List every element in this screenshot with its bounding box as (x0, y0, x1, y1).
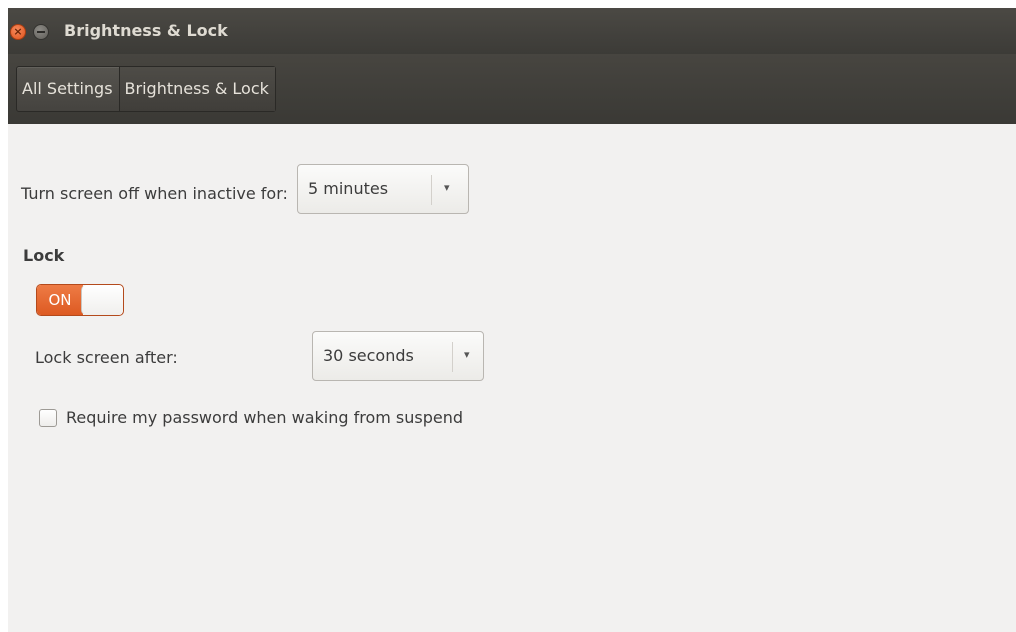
lock-section-title: Lock (23, 246, 65, 265)
screen-off-dropdown[interactable]: 5 minutes ▾ (297, 164, 469, 214)
lock-after-value: 30 seconds (323, 346, 414, 365)
close-button[interactable]: × (10, 24, 26, 40)
breadcrumb-brightness-lock[interactable]: Brightness & Lock (118, 67, 275, 111)
screen-off-value: 5 minutes (308, 179, 389, 198)
lock-after-dropdown[interactable]: 30 seconds ▾ (312, 331, 484, 381)
lock-toggle-switch[interactable]: ON (36, 284, 124, 316)
lock-screen-after-label: Lock screen after: (35, 348, 178, 367)
close-icon: × (13, 25, 23, 38)
screen-off-label: Turn screen off when inactive for: (21, 184, 288, 203)
window-title: Brightness & Lock (64, 21, 228, 40)
dropdown-separator (431, 175, 432, 205)
breadcrumb: All Settings Brightness & Lock (16, 66, 276, 112)
toolbar: All Settings Brightness & Lock (8, 54, 1016, 124)
require-password-checkbox[interactable] (39, 409, 57, 427)
breadcrumb-all-settings[interactable]: All Settings (17, 67, 119, 111)
minimize-button[interactable] (33, 24, 49, 40)
require-password-label[interactable]: Require my password when waking from sus… (66, 408, 463, 427)
titlebar: × Brightness & Lock (8, 8, 1016, 54)
toggle-knob[interactable] (81, 285, 123, 315)
settings-window: × Brightness & Lock All Settings Brightn… (8, 8, 1016, 632)
toggle-on-label: ON (37, 285, 83, 315)
chevron-down-icon: ▾ (444, 181, 450, 194)
chevron-down-icon: ▾ (464, 348, 470, 361)
dropdown-separator (452, 342, 453, 372)
minimize-icon (37, 31, 45, 33)
